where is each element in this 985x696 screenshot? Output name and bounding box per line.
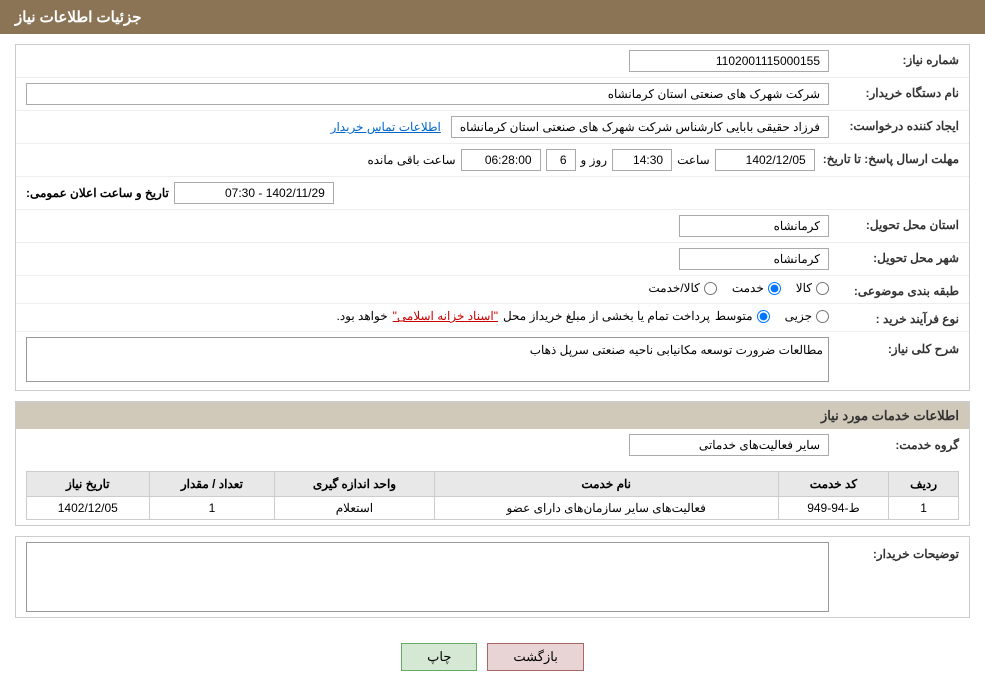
col-header-unit: واحد اندازه گیری — [275, 472, 434, 497]
response-time: 14:30 — [612, 149, 672, 171]
contact-link[interactable]: اطلاعات تماس خریدار — [331, 120, 441, 134]
category-option-kala[interactable]: کالا — [796, 281, 829, 295]
buyer-org-label: نام دستگاه خریدار: — [829, 83, 959, 100]
need-number-content: 1102001115000155 — [26, 50, 829, 72]
days-value: 6 — [546, 149, 576, 171]
radio-motavasset[interactable] — [757, 310, 770, 323]
creator-content: فرزاد حقیقی بابایی کارشناس شرکت شهرک های… — [26, 116, 829, 138]
radio-jozi-label: جزیی — [785, 309, 812, 323]
description-row: شرح کلی نیاز: — [16, 332, 969, 390]
city-row: شهر محل تحویل: کرمانشاه — [16, 243, 969, 276]
purchase-type-label: نوع فرآیند خرید : — [829, 309, 959, 326]
page-header: جزئیات اطلاعات نیاز — [0, 0, 985, 34]
buyer-notes-label: توضیحات خریدار: — [829, 542, 959, 561]
description-textarea[interactable] — [26, 337, 829, 382]
content-area: شماره نیاز: 1102001115000155 نام دستگاه … — [0, 34, 985, 696]
remaining-time: 06:28:00 — [461, 149, 541, 171]
purchase-note: پرداخت تمام یا بخشی از مبلغ خریداز محل — [503, 309, 710, 323]
category-content: کالا خدمت کالا/خدمت — [26, 281, 829, 295]
services-table-wrapper: ردیف کد خدمت نام خدمت واحد اندازه گیری ت… — [16, 461, 969, 525]
table-row: 1 ط-94-949 فعالیت‌های سایر سازمان‌های دا… — [27, 497, 959, 520]
buyer-org-row: نام دستگاه خریدار: شرکت شهرک های صنعتی ا… — [16, 78, 969, 111]
purchase-option-jozi[interactable]: جزیی — [785, 309, 829, 323]
province-value: کرمانشاه — [679, 215, 829, 237]
buyer-org-value: شرکت شهرک های صنعتی استان کرمانشاه — [26, 83, 829, 105]
description-content — [26, 337, 829, 385]
purchase-highlight: "اسناد خزانه اسلامی" — [393, 309, 498, 323]
col-header-date: تاریخ نیاز — [27, 472, 150, 497]
days-label: روز و — [581, 153, 608, 167]
purchase-type-row: نوع فرآیند خرید : جزیی متوسط پرداخت تمام… — [16, 304, 969, 332]
radio-jozi[interactable] — [816, 310, 829, 323]
category-option-kala-khedmat[interactable]: کالا/خدمت — [648, 281, 716, 295]
purchase-option-motavasset[interactable]: متوسط — [715, 309, 770, 323]
category-row: طبقه بندی موضوعی: کالا خدمت — [16, 276, 969, 304]
button-row: بازگشت چاپ — [15, 628, 970, 686]
purchase-radio-group: جزیی متوسط — [715, 309, 829, 323]
main-info-section: شماره نیاز: 1102001115000155 نام دستگاه … — [15, 44, 970, 391]
province-row: استان محل تحویل: کرمانشاه — [16, 210, 969, 243]
radio-khedmat-label: خدمت — [732, 281, 764, 295]
province-label: استان محل تحویل: — [829, 215, 959, 232]
deadline-content: 1402/12/05 ساعت 14:30 روز و 6 06:28:00 س… — [26, 149, 815, 171]
category-label: طبقه بندی موضوعی: — [829, 281, 959, 298]
need-number-label: شماره نیاز: — [829, 50, 959, 67]
announcement-date: 1402/11/29 - 07:30 — [174, 182, 334, 204]
deadline-row: مهلت ارسال پاسخ: تا تاریخ: 1402/12/05 سا… — [16, 144, 969, 177]
col-header-code: کد خدمت — [778, 472, 888, 497]
creator-row: ایجاد کننده درخواست: فرزاد حقیقی بابایی … — [16, 111, 969, 144]
radio-kala-khedmat[interactable] — [704, 282, 717, 295]
radio-kala-label: کالا — [796, 281, 812, 295]
group-value: سایر فعالیت‌های خدماتی — [629, 434, 829, 456]
announcement-date-row: 1402/11/29 - 07:30 تاریخ و ساعت اعلان عم… — [16, 177, 969, 210]
cell-date: 1402/12/05 — [27, 497, 150, 520]
services-section: اطلاعات خدمات مورد نیاز گروه خدمت: سایر … — [15, 401, 970, 526]
cell-code: ط-94-949 — [778, 497, 888, 520]
radio-motavasset-label: متوسط — [715, 309, 753, 323]
print-button[interactable]: چاپ — [401, 643, 477, 671]
date-label: تاریخ و ساعت اعلان عمومی: — [26, 186, 169, 200]
cell-name: فعالیت‌های سایر سازمان‌های دارای عضو — [434, 497, 778, 520]
buyer-org-content: شرکت شهرک های صنعتی استان کرمانشاه — [26, 83, 829, 105]
radio-kala-khedmat-label: کالا/خدمت — [648, 281, 699, 295]
city-content: کرمانشاه — [26, 248, 829, 270]
cell-unit: استعلام — [275, 497, 434, 520]
buyer-notes-textarea[interactable] — [26, 542, 829, 612]
creator-label: ایجاد کننده درخواست: — [829, 116, 959, 133]
need-number-value: 1102001115000155 — [629, 50, 829, 72]
city-label: شهر محل تحویل: — [829, 248, 959, 265]
back-button[interactable]: بازگشت — [487, 643, 583, 671]
page-wrapper: جزئیات اطلاعات نیاز شماره نیاز: 11020011… — [0, 0, 985, 696]
remaining-label: ساعت باقی مانده — [367, 153, 455, 167]
page-title: جزئیات اطلاعات نیاز — [15, 9, 142, 26]
response-time-label: ساعت — [677, 153, 710, 167]
buyer-notes-row: توضیحات خریدار: — [16, 537, 969, 617]
col-header-name: نام خدمت — [434, 472, 778, 497]
radio-kala[interactable] — [816, 282, 829, 295]
need-number-row: شماره نیاز: 1102001115000155 — [16, 45, 969, 78]
col-header-row: ردیف — [889, 472, 959, 497]
cell-quantity: 1 — [149, 497, 275, 520]
services-section-title: اطلاعات خدمات مورد نیاز — [16, 402, 969, 429]
col-header-quantity: تعداد / مقدار — [149, 472, 275, 497]
services-table: ردیف کد خدمت نام خدمت واحد اندازه گیری ت… — [26, 471, 959, 520]
radio-khedmat[interactable] — [768, 282, 781, 295]
category-radio-group: کالا خدمت کالا/خدمت — [648, 281, 829, 295]
province-content: کرمانشاه — [26, 215, 829, 237]
description-label: شرح کلی نیاز: — [829, 337, 959, 356]
purchase-suffix: خواهد بود. — [337, 309, 388, 323]
creator-value: فرزاد حقیقی بابایی کارشناس شرکت شهرک های… — [451, 116, 829, 138]
city-value: کرمانشاه — [679, 248, 829, 270]
group-row: گروه خدمت: سایر فعالیت‌های خدماتی — [16, 429, 969, 461]
group-label: گروه خدمت: — [829, 438, 959, 452]
response-date: 1402/12/05 — [715, 149, 815, 171]
buyer-notes-section: توضیحات خریدار: — [15, 536, 970, 618]
buyer-notes-content — [26, 542, 829, 612]
purchase-type-content: جزیی متوسط پرداخت تمام یا بخشی از مبلغ خ… — [26, 309, 829, 323]
cell-row: 1 — [889, 497, 959, 520]
deadline-label: مهلت ارسال پاسخ: تا تاریخ: — [815, 149, 959, 166]
category-option-khedmat[interactable]: خدمت — [732, 281, 781, 295]
